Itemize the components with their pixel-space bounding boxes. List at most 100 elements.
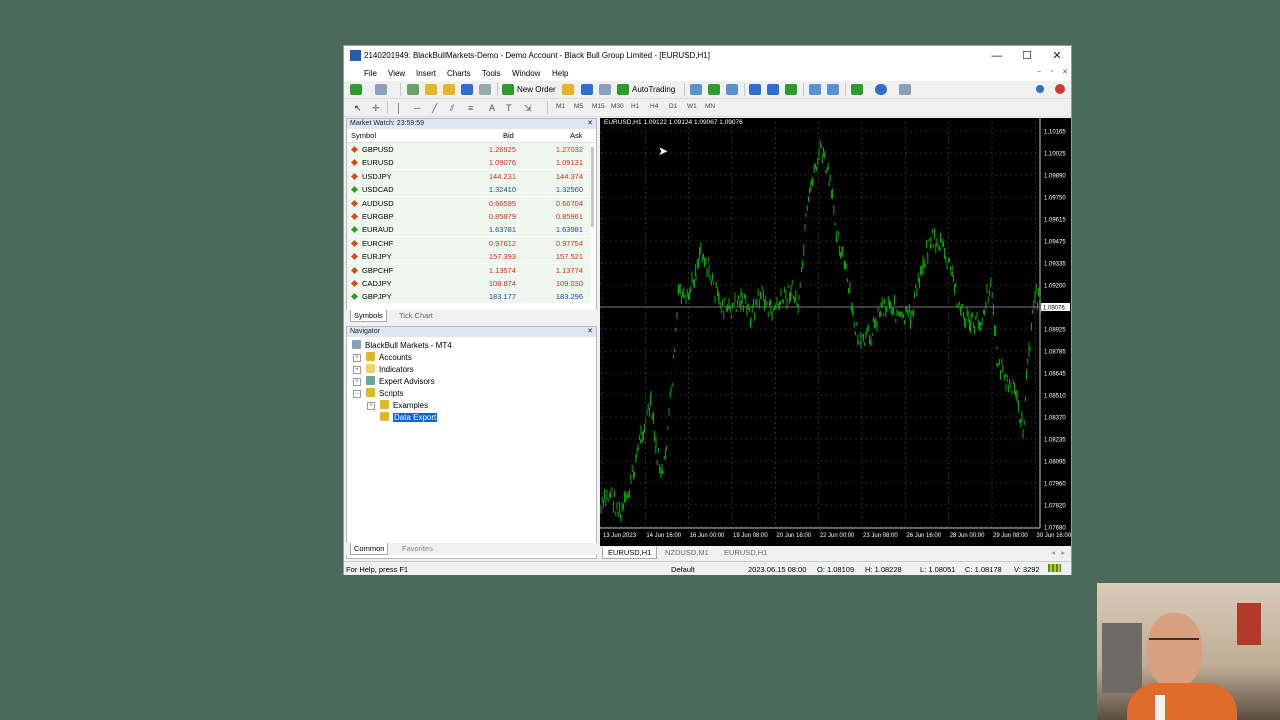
chart-window[interactable]: 1.10165 1.10025 1.09890 1.09750 1.09615 1.094…: [600, 118, 1072, 546]
close-button[interactable]: ✕: [1042, 48, 1072, 64]
terminal-icon[interactable]: [461, 84, 473, 95]
new-order-button[interactable]: New Order: [517, 85, 556, 94]
tf-h4[interactable]: H4: [650, 103, 658, 110]
auto-scroll-icon[interactable]: [809, 84, 821, 95]
autotrading-button[interactable]: AutoTrading: [632, 85, 675, 94]
nav-indicators[interactable]: Indicators: [366, 364, 414, 374]
strategy-tester-icon[interactable]: [479, 84, 491, 95]
chart-tab-2[interactable]: NZDUSD,M1: [660, 547, 714, 558]
vertical-line-icon[interactable]: │: [396, 103, 402, 113]
market-watch-row[interactable]: GBPJPY 183.177 183.296: [347, 290, 591, 304]
menu-charts[interactable]: Charts: [447, 69, 471, 78]
nav-root[interactable]: BlackBull Markets - MT4: [352, 340, 452, 350]
tf-m1[interactable]: M1: [556, 103, 565, 110]
market-watch-row[interactable]: CADJPY 108.874 109.030: [347, 277, 591, 290]
menu-window[interactable]: Window: [512, 69, 540, 78]
market-watch-row[interactable]: EURAUD 1.63781 1.63981: [347, 223, 591, 237]
menu-insert[interactable]: Insert: [416, 69, 436, 78]
indicators-icon[interactable]: [851, 84, 863, 95]
navigator-icon[interactable]: [443, 84, 455, 95]
tf-m30[interactable]: M30: [611, 103, 624, 110]
tab-scroll-right-icon[interactable]: ▸: [1061, 548, 1065, 557]
close-icon[interactable]: ✕: [587, 119, 593, 129]
chart-tab-3[interactable]: EURUSD,H1: [719, 547, 772, 558]
market-watch-row[interactable]: EURUSD 1.09076 1.09131: [347, 156, 591, 170]
tf-m5[interactable]: M5: [574, 103, 583, 110]
zoom-in-icon[interactable]: [749, 84, 761, 95]
market-watch-row[interactable]: USDCAD 1.32410 1.32560: [347, 183, 591, 197]
notification-badge-icon[interactable]: [1055, 84, 1065, 94]
nav-scripts[interactable]: Scripts: [366, 388, 403, 398]
nav-examples[interactable]: Examples: [380, 400, 428, 410]
market-watch-row[interactable]: EURJPY 157.393 157.521: [347, 250, 591, 264]
periods-icon[interactable]: [875, 84, 887, 95]
templates-icon[interactable]: [899, 84, 911, 95]
tf-w1[interactable]: W1: [687, 103, 697, 110]
tab-favorites[interactable]: Favorites: [399, 543, 436, 554]
close-icon[interactable]: ✕: [587, 327, 593, 337]
mdi-restore-icon[interactable]: ▫: [1047, 68, 1057, 78]
market-watch-row[interactable]: USDJPY 144.231 144.374: [347, 169, 591, 183]
expand-icon[interactable]: +: [367, 402, 375, 410]
price-chart[interactable]: 1.10165 1.10025 1.09890 1.09750 1.09615 1.094…: [600, 118, 1072, 546]
tf-m15[interactable]: M15: [592, 103, 605, 110]
expand-icon[interactable]: +: [353, 354, 361, 362]
menu-view[interactable]: View: [388, 69, 405, 78]
options-icon[interactable]: [581, 84, 593, 95]
tab-scroll-left-icon[interactable]: ◂: [1051, 548, 1055, 557]
mdi-close-icon[interactable]: ✕: [1060, 68, 1070, 78]
line-chart-icon[interactable]: [726, 84, 738, 95]
data-window-icon[interactable]: [425, 84, 437, 95]
nav-accounts[interactable]: Accounts: [366, 352, 412, 362]
col-ask[interactable]: Ask: [570, 131, 583, 140]
market-watch-row[interactable]: EURCHF 0.97612 0.97754: [347, 236, 591, 250]
tab-tick-chart[interactable]: Tick Chart: [396, 310, 436, 321]
profiles-icon[interactable]: [375, 84, 387, 95]
channel-icon[interactable]: ⫽: [450, 103, 454, 114]
horizontal-line-icon[interactable]: ─: [414, 103, 420, 113]
tab-common[interactable]: Common: [350, 543, 389, 555]
new-chart-icon[interactable]: [350, 84, 362, 95]
minimize-button[interactable]: —: [982, 48, 1012, 64]
market-watch-row[interactable]: GBPCHF 1.13574 1.13774: [347, 263, 591, 277]
tf-mn[interactable]: MN: [705, 103, 715, 110]
menu-tools[interactable]: Tools: [482, 69, 501, 78]
nav-expert-advisors[interactable]: Expert Advisors: [366, 376, 435, 386]
fibonacci-icon[interactable]: ≡: [468, 103, 473, 113]
text-label-icon[interactable]: T: [506, 103, 512, 113]
chart-shift-icon[interactable]: [827, 84, 839, 95]
cursor-icon[interactable]: ↖: [354, 103, 362, 114]
connection-status-icon[interactable]: [1048, 564, 1061, 572]
mdi-minimize-icon[interactable]: –: [1034, 68, 1044, 78]
nav-data-export[interactable]: Data Export: [380, 412, 438, 422]
tab-symbols[interactable]: Symbols: [350, 310, 387, 322]
market-watch-row[interactable]: AUDUSD 0.66595 0.66704: [347, 196, 591, 210]
menu-file[interactable]: File: [364, 69, 377, 78]
metaeditor-icon[interactable]: [562, 84, 574, 95]
candlestick-icon[interactable]: [708, 84, 720, 95]
tile-windows-icon[interactable]: [785, 84, 797, 95]
trendline-icon[interactable]: ╱: [432, 103, 437, 114]
zoom-out-icon[interactable]: [767, 84, 779, 95]
expand-icon[interactable]: +: [353, 378, 361, 386]
arrows-icon[interactable]: ⇲: [524, 103, 532, 114]
tf-h1[interactable]: H1: [631, 103, 639, 110]
market-watch-icon[interactable]: [407, 84, 419, 95]
scrollbar[interactable]: [591, 147, 594, 227]
market-watch-row[interactable]: GBPUSD 1.26925 1.27032: [347, 143, 591, 156]
search-icon[interactable]: [1036, 85, 1044, 93]
text-icon[interactable]: A: [489, 103, 495, 113]
market-watch-row[interactable]: EURGBP 0.85879 0.85961: [347, 210, 591, 223]
tf-d1[interactable]: D1: [669, 103, 677, 110]
chart-tab-1[interactable]: EURUSD,H1: [602, 547, 658, 559]
col-symbol[interactable]: Symbol: [351, 131, 376, 140]
new-order-icon[interactable]: [502, 84, 514, 95]
maximize-button[interactable]: ☐: [1012, 48, 1042, 64]
bar-chart-icon[interactable]: [690, 84, 702, 95]
autotrading-icon[interactable]: [617, 84, 629, 95]
signals-icon[interactable]: [599, 84, 611, 95]
collapse-icon[interactable]: −: [353, 390, 361, 398]
col-bid[interactable]: Bid: [503, 131, 514, 140]
menu-help[interactable]: Help: [552, 69, 568, 78]
expand-icon[interactable]: +: [353, 366, 361, 374]
